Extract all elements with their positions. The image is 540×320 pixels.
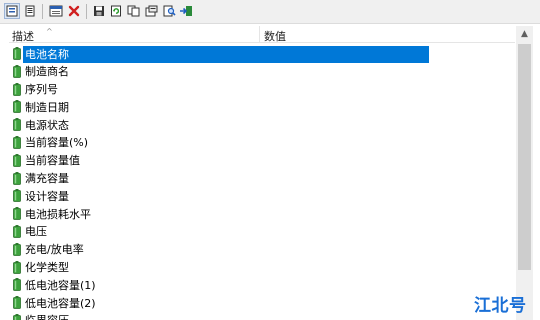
list-item[interactable]: 制造商名 — [9, 63, 515, 81]
battery-icon — [13, 118, 21, 132]
find-button[interactable] — [161, 3, 177, 19]
battery-icon — [13, 64, 21, 78]
list-item[interactable]: 电压 — [9, 223, 515, 241]
view-icon-mode-button[interactable] — [4, 3, 20, 19]
find-icon — [163, 5, 176, 17]
list-item[interactable]: 满充容量 — [9, 170, 515, 188]
refresh-button[interactable] — [108, 3, 124, 19]
delete-x-icon — [68, 5, 80, 17]
list-header: 描述 ^ 数值 — [9, 26, 515, 43]
list-item-label: 电池损耗水平 — [25, 207, 91, 221]
battery-icon — [13, 296, 21, 310]
save-button[interactable] — [91, 3, 107, 19]
list-item-label: 制造日期 — [25, 100, 69, 114]
list-item[interactable]: 电源状态 — [9, 116, 515, 134]
battery-icon — [13, 100, 21, 114]
save-icon — [94, 6, 104, 16]
list-item-label: 电压 — [25, 225, 47, 239]
list-item[interactable]: 充电/放电率 — [9, 241, 515, 259]
list-item-label: 电源状态 — [25, 118, 69, 132]
battery-icon — [13, 171, 21, 185]
copy-icon — [127, 5, 139, 17]
column-divider[interactable] — [259, 26, 260, 43]
list-item-label: 临界容压 — [23, 312, 71, 320]
list-item-label: 设计容量 — [25, 189, 69, 203]
properties-button[interactable] — [143, 3, 159, 19]
list-item[interactable]: 制造日期 — [9, 98, 515, 116]
battery-icon — [13, 207, 21, 221]
toolbar-separator — [42, 4, 43, 19]
list-item[interactable]: 低电池容量(1) — [9, 276, 515, 294]
scrollbar-thumb[interactable] — [518, 44, 531, 270]
battery-icon — [13, 47, 21, 60]
exit-icon — [180, 6, 192, 16]
properties-window-button[interactable] — [48, 3, 64, 19]
battery-icon — [13, 224, 21, 238]
list-item[interactable]: 低电池容量(2) — [9, 294, 515, 312]
battery-icon — [13, 260, 21, 274]
battery-icon — [13, 242, 21, 256]
list-item[interactable]: 序列号 — [9, 81, 515, 99]
sort-caret-icon: ^ — [46, 27, 53, 36]
list-item-label: 低电池容量(2) — [25, 296, 96, 310]
exit-button[interactable] — [178, 3, 194, 19]
list-item[interactable]: 电池损耗水平 — [9, 205, 515, 223]
list-item[interactable]: 设计容量 — [9, 187, 515, 205]
view-list-mode-button[interactable] — [22, 3, 38, 19]
battery-icon — [13, 313, 21, 320]
list-item[interactable]: 电池名称 — [9, 45, 515, 63]
list-item[interactable]: 当前容量值 — [9, 152, 515, 170]
list-item[interactable]: 化学类型 — [9, 259, 515, 277]
copy-button[interactable] — [125, 3, 141, 19]
battery-icon — [13, 153, 21, 167]
toolbar-separator — [86, 4, 87, 19]
list-item-label: 当前容量值 — [25, 154, 80, 168]
list-item-label: 低电池容量(1) — [25, 278, 96, 292]
list-item[interactable]: 临界容压 — [9, 312, 515, 320]
watermark: 江北号 — [474, 296, 527, 316]
list-item-label: 制造商名 — [25, 65, 69, 79]
battery-icon — [13, 278, 21, 292]
list-item-label: 化学类型 — [25, 261, 69, 275]
list-item[interactable]: 当前容量(%) — [9, 134, 515, 152]
column-header-description[interactable]: 描述 — [12, 28, 34, 44]
list-item-label: 电池名称 — [23, 45, 429, 63]
list-item-label: 满充容量 — [25, 172, 69, 186]
view-icon-mode-icon — [6, 5, 18, 17]
refresh-icon — [111, 5, 121, 17]
list-item-label: 当前容量(%) — [25, 136, 89, 150]
list-item-label: 充电/放电率 — [25, 243, 84, 257]
battery-property-list: 电池名称制造商名序列号制造日期电源状态当前容量(%) 当前容量值满充容量设计容量电… — [9, 45, 515, 320]
properties-window-icon — [49, 5, 63, 17]
scroll-up-arrow-icon[interactable]: ▲ — [516, 26, 533, 42]
column-header-value[interactable]: 数值 — [264, 28, 286, 44]
vertical-scrollbar[interactable]: ▲ — [516, 26, 533, 320]
properties-icon — [145, 5, 157, 17]
toolbar — [0, 0, 540, 24]
battery-icon — [13, 189, 21, 203]
delete-button[interactable] — [66, 3, 82, 19]
battery-icon — [13, 135, 21, 149]
list-item-label: 序列号 — [25, 83, 58, 97]
battery-icon — [13, 82, 21, 96]
view-list-mode-icon — [25, 5, 35, 17]
